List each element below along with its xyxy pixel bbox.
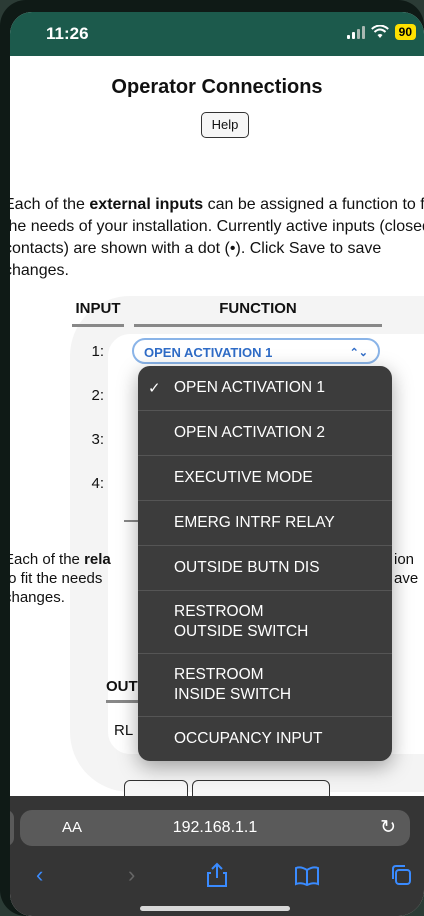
dropdown-option[interactable]: EXECUTIVE MODE	[138, 456, 392, 501]
screen: 11:26 90 Operator Connections Help Each …	[10, 12, 424, 916]
browser-toolbar: AA 192.168.1.1 ↻ ‹ ›	[10, 796, 424, 916]
reload-icon[interactable]: ↻	[380, 816, 396, 839]
signal-icon	[346, 25, 365, 39]
address-bar[interactable]: AA 192.168.1.1 ↻	[20, 810, 410, 846]
checkmark-icon: ✓	[148, 380, 161, 397]
share-icon[interactable]	[206, 862, 228, 888]
browser-nav-bar: ‹ ›	[10, 856, 424, 896]
status-bar: 11:26 90	[10, 12, 424, 56]
function-dropdown-menu[interactable]: ✓ OPEN ACTIVATION 1 OPEN ACTIVATION 2 EX…	[138, 366, 392, 761]
input-row-3-label: 3:	[91, 431, 104, 448]
dropdown-option[interactable]: EMERG INTRF RELAY	[138, 501, 392, 546]
web-content[interactable]: Operator Connections Help Each of the ex…	[10, 56, 424, 796]
forward-icon[interactable]: ›	[128, 862, 135, 888]
help-button[interactable]: Help	[201, 112, 249, 138]
relay-paragraph-right: ion ave	[394, 551, 419, 587]
dropdown-option[interactable]: OCCUPANCY INPUT	[138, 717, 392, 761]
function-header-underline	[134, 324, 382, 327]
relay-row-label: RL	[114, 722, 134, 739]
chevron-up-down-icon: ⌃⌄	[349, 347, 368, 359]
input-row-2-label: 2:	[91, 387, 104, 404]
outputs-column-header: OUT	[106, 678, 138, 695]
battery-icon: 90	[394, 24, 416, 40]
previous-tab-stub[interactable]	[10, 810, 14, 846]
function-column-header: FUNCTION	[219, 300, 297, 317]
phone-frame: 11:26 90 Operator Connections Help Each …	[0, 0, 424, 916]
page-title: Operator Connections	[111, 76, 323, 98]
status-time: 11:26	[46, 24, 89, 43]
dropdown-option[interactable]: RESTROOM INSIDE SWITCH	[138, 654, 392, 717]
input-header-underline	[72, 324, 124, 327]
intro-paragraph: Each of the external inputs can be assig…	[10, 196, 424, 279]
restore-defaults-button[interactable]	[192, 780, 330, 796]
intro-bold: external inputs	[89, 196, 204, 213]
bookmarks-icon[interactable]	[294, 866, 320, 886]
dropdown-option[interactable]: ✓ OPEN ACTIVATION 1	[138, 366, 392, 411]
input-row-1-label: 1:	[91, 343, 104, 360]
dropdown-option[interactable]: RESTROOM OUTSIDE SWITCH	[138, 591, 392, 654]
wifi-icon	[370, 25, 389, 38]
dropdown-option[interactable]: OUTSIDE BUTN DIS	[138, 546, 392, 591]
back-icon[interactable]: ‹	[36, 862, 43, 888]
status-icons: 90	[346, 24, 416, 40]
home-indicator	[140, 906, 290, 911]
input-row-4-label: 4:	[91, 475, 104, 492]
input-column-header: INPUT	[75, 300, 121, 317]
save-button[interactable]	[124, 780, 188, 796]
tabs-icon[interactable]	[390, 864, 412, 886]
dropdown-option[interactable]: OPEN ACTIVATION 2	[138, 411, 392, 456]
function-select-1[interactable]: OPEN ACTIVATION 1 ⌃⌄	[132, 338, 380, 364]
url-text: 192.168.1.1	[172, 819, 258, 836]
